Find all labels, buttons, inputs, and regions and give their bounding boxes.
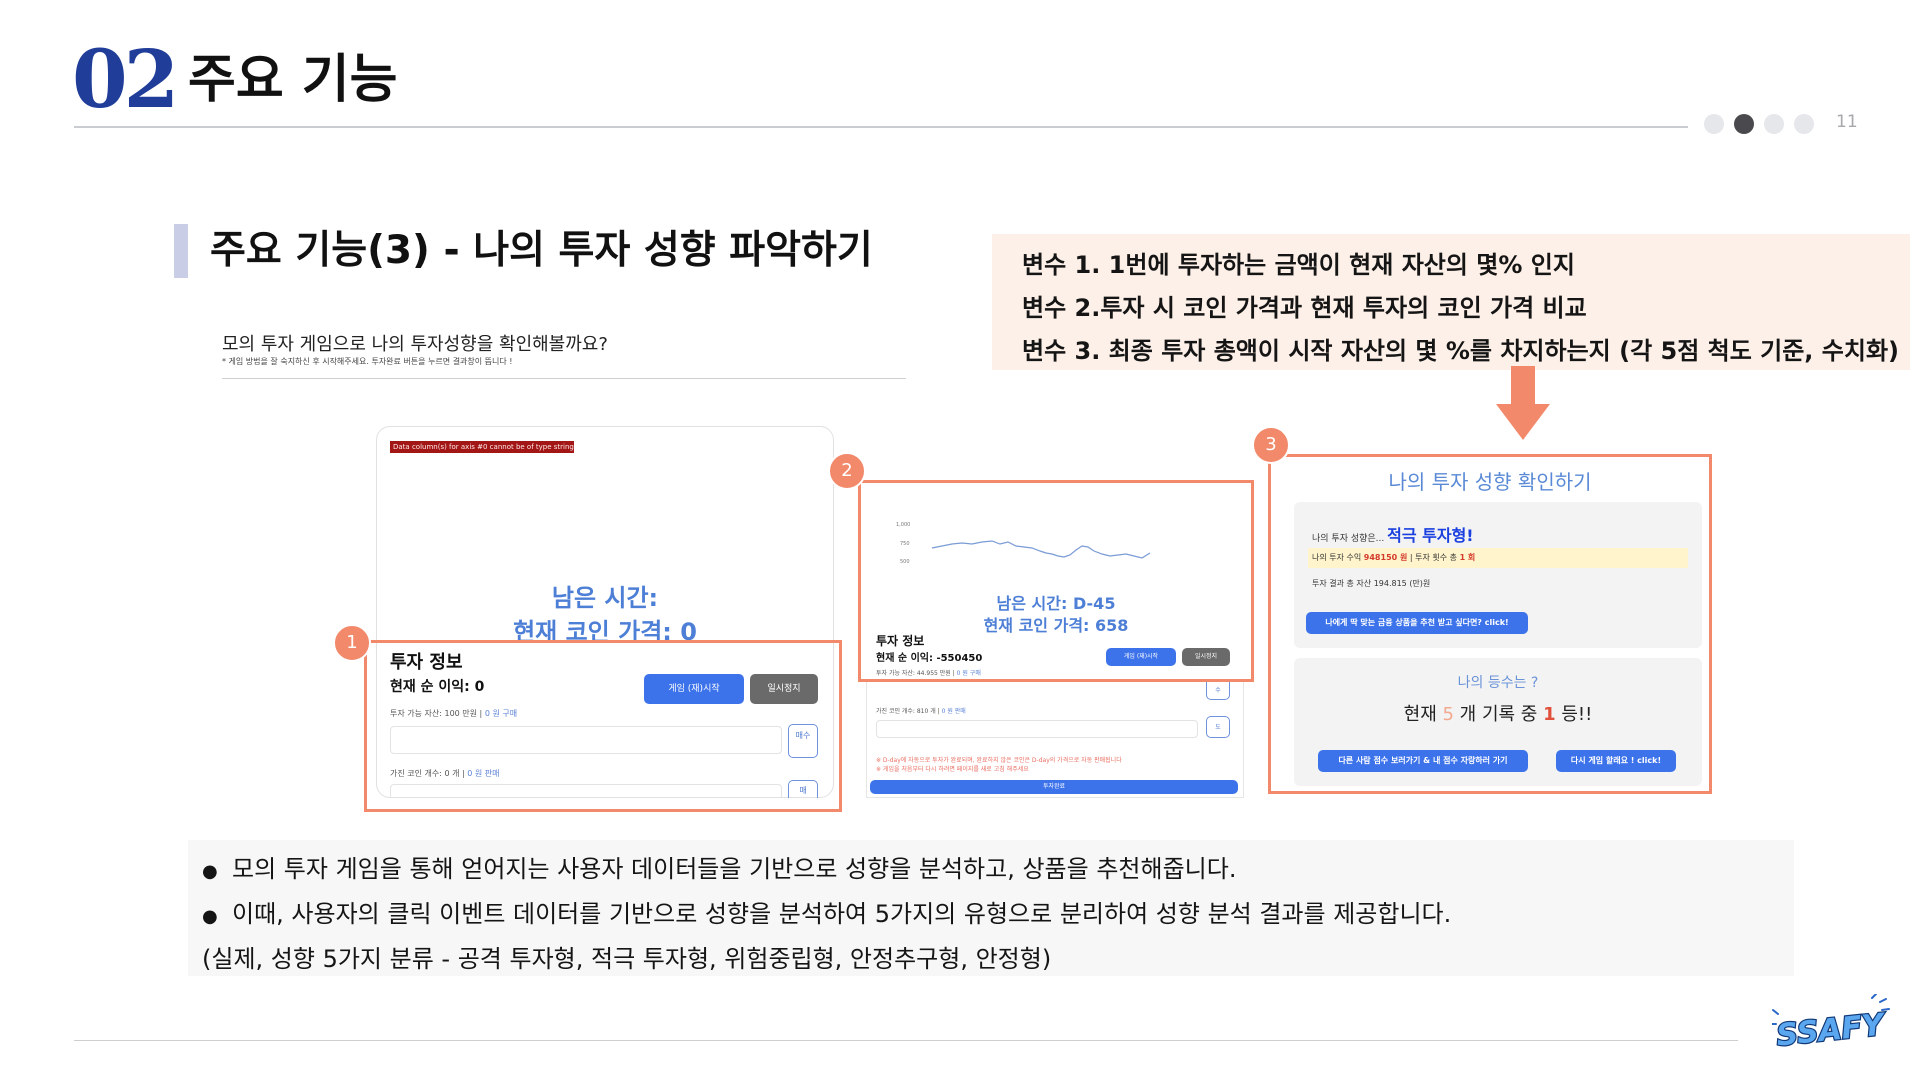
rank-text: 현재 5 개 기록 중 1 등!!	[1294, 700, 1702, 726]
section-title: 주요 기능	[188, 50, 398, 110]
buy-button[interactable]: 수	[1206, 682, 1230, 700]
earnings-value: 948150 원	[1363, 553, 1408, 562]
game-start-button[interactable]: 게임 (재)시작	[644, 674, 744, 704]
pause-button[interactable]: 일시정지	[750, 674, 818, 704]
step-badge-2: 2	[828, 452, 866, 490]
y-tick-label: 750	[900, 541, 910, 547]
bullet-text: 모의 투자 게임을 통해 얻어지는 사용자 데이터들을 기반으로 성향을 분석하…	[232, 855, 1237, 883]
tendency-text: 나의 투자 성향은... 적극 투자형!	[1312, 522, 1474, 546]
page-number: 11	[1836, 112, 1858, 132]
coins-held-text: 가진 코인 개수: 810 개 | 0 원 판매	[876, 706, 966, 715]
rank-question: 나의 등수는 ?	[1457, 675, 1539, 691]
game-intro-divider	[222, 378, 906, 379]
investment-complete-button[interactable]: 투자완료	[870, 780, 1238, 794]
coins-held-label: 가진 코인 개수: 0 개 |	[390, 769, 468, 778]
earnings-row: 나의 투자 수익 948150 원 | 투자 횟수 총 1 회	[1308, 548, 1688, 568]
page-dot	[1794, 114, 1814, 134]
sell-amount-input[interactable]	[390, 784, 782, 798]
final-assets-text: 투자 결과 총 자산 194.815 (만)원	[1312, 579, 1431, 588]
y-tick-label: 1,000	[896, 522, 910, 528]
sell-amount-link[interactable]: 0 원 판매	[467, 769, 499, 778]
subsection-accent-bar	[174, 224, 188, 278]
coins-held-label: 가진 코인 개수: 810 개 |	[876, 708, 942, 715]
page-dot	[1704, 114, 1724, 134]
investment-info-title: 투자 정보	[390, 652, 463, 673]
bullet-text: 이때, 사용자의 클릭 이벤트 데이터를 기반으로 성향을 분석하여 5가지의 …	[232, 900, 1452, 928]
page-dot	[1764, 114, 1784, 134]
tendency-value: 적극 투자형!	[1387, 526, 1474, 545]
step-badge-1: 1	[333, 624, 371, 662]
description-bullet: ● 모의 투자 게임을 통해 얻어지는 사용자 데이터들을 기반으로 성향을 분석…	[202, 848, 1794, 893]
page-dot-active	[1734, 114, 1754, 134]
other-scores-button[interactable]: 다른 사람 점수 보러가기 & 내 점수 자랑하러 가기	[1318, 750, 1528, 772]
trades-value: 1 회	[1459, 553, 1476, 562]
description-note: (실제, 성향 5가지 분류 - 공격 투자형, 적극 투자형, 위험중립형, …	[202, 945, 1052, 973]
net-profit-label: 현재 순 이익: -550450	[876, 653, 983, 664]
game-intro-note: * 게임 방법을 잘 숙지하신 후 시작해주세요. 투자완료 버튼을 누르면 결…	[222, 357, 513, 366]
description-bullet: ● 이때, 사용자의 클릭 이벤트 데이터를 기반으로 성향을 분석하여 5가지의…	[202, 893, 1794, 938]
ssafy-logo: SSAFY	[1772, 994, 1890, 1055]
description-box: ● 모의 투자 게임을 통해 얻어지는 사용자 데이터들을 기반으로 성향을 분석…	[188, 840, 1794, 976]
warning-line: ※ 게임을 처음부터 다시 하려면 페이지를 새로 고침 해주세요	[876, 766, 1029, 773]
available-assets-text: 투자 가능 자산: 44.955 만원 | 0 원 구매	[876, 668, 981, 677]
available-assets-text: 투자 가능 자산: 100 만원 | 0 원 구매	[390, 708, 517, 719]
buy-amount-input[interactable]	[390, 726, 782, 754]
coin-price-chart: 1,000 750 500	[896, 522, 1151, 565]
variable-line: 변수 2.투자 시 코인 가격과 현재 투자의 코인 가격 비교	[1022, 294, 1587, 322]
subsection-title: 주요 기능(3) - 나의 투자 성향 파악하기	[210, 228, 873, 273]
variable-line: 변수 1. 1번에 투자하는 금액이 현재 자산의 몇% 인지	[1022, 251, 1575, 279]
rank-middle: 개 기록 중	[1453, 704, 1544, 725]
page-indicator	[1704, 114, 1814, 134]
game-start-button[interactable]: 게임 (재)시작	[1106, 648, 1176, 666]
sell-amount-input[interactable]	[876, 720, 1198, 738]
rank-total: 5	[1442, 704, 1454, 725]
warning-line: ※ D-day에 자동으로 투자가 완료되며, 완료하지 않은 코인은 D-da…	[876, 757, 1122, 764]
rank-suffix: 등!!	[1555, 704, 1593, 725]
result-title: 나의 투자 성향 확인하기	[1388, 470, 1592, 494]
sell-button[interactable]: 매	[788, 780, 818, 798]
game-intro-title: 모의 투자 게임으로 나의 투자성향을 확인해볼까요?	[222, 334, 608, 355]
section-number: 02	[72, 32, 179, 126]
earnings-label: 나의 투자 수익	[1312, 553, 1364, 562]
buy-amount-link[interactable]: 0 원 구매	[957, 670, 981, 677]
net-profit-label: 현재 순 이익: 0	[390, 679, 485, 695]
chart-error-message: Data column(s) for axis #0 cannot be of …	[390, 441, 574, 453]
footer-divider	[74, 1040, 1738, 1041]
variables-box: 변수 1. 1번에 투자하는 금액이 현재 자산의 몇% 인지 변수 2.투자 …	[992, 234, 1910, 370]
remaining-time-label: 남은 시간:	[551, 584, 659, 612]
tendency-label: 나의 투자 성향은...	[1312, 534, 1388, 544]
pause-button[interactable]: 일시정지	[1182, 648, 1230, 666]
bullet-icon: ●	[202, 906, 218, 927]
step-badge-3: 3	[1252, 426, 1290, 464]
down-arrow-icon	[1496, 366, 1550, 440]
recommend-product-button[interactable]: 나에게 딱 맞는 금융 상품을 추천 받고 싶다면? click!	[1306, 612, 1528, 634]
investment-info-title: 투자 정보	[876, 634, 925, 648]
available-assets-label: 투자 가능 자산: 44.955 만원 |	[876, 670, 957, 677]
bullet-icon: ●	[202, 861, 218, 882]
svg-text:SSAFY: SSAFY	[1775, 1007, 1889, 1053]
coins-held-text: 가진 코인 개수: 0 개 | 0 원 판매	[390, 768, 500, 779]
buy-button[interactable]: 매수	[788, 724, 818, 758]
available-assets-label: 투자 가능 자산: 100 만원 |	[390, 709, 485, 718]
y-tick-label: 500	[900, 559, 910, 565]
game-warning-text: ※ D-day에 자동으로 투자가 완료되며, 완료하지 않은 코인은 D-da…	[876, 756, 1122, 774]
header-divider	[74, 126, 1688, 128]
sell-amount-link[interactable]: 0 원 판매	[942, 708, 966, 715]
rank-value: 1	[1543, 704, 1556, 725]
remaining-time-label: 남은 시간: D-45	[996, 594, 1116, 613]
play-again-button[interactable]: 다시 게임 할래요 ! click!	[1556, 750, 1676, 772]
variable-line: 변수 3. 최종 투자 총액이 시작 자산의 몇 %를 차지하는지 (각 5점 …	[1022, 337, 1899, 365]
rank-prefix: 현재	[1403, 704, 1443, 725]
trades-label: | 투자 횟수 총	[1407, 553, 1460, 562]
buy-amount-link[interactable]: 0 원 구매	[485, 709, 517, 718]
sell-button[interactable]: 도	[1206, 716, 1230, 738]
price-line	[931, 540, 1151, 559]
